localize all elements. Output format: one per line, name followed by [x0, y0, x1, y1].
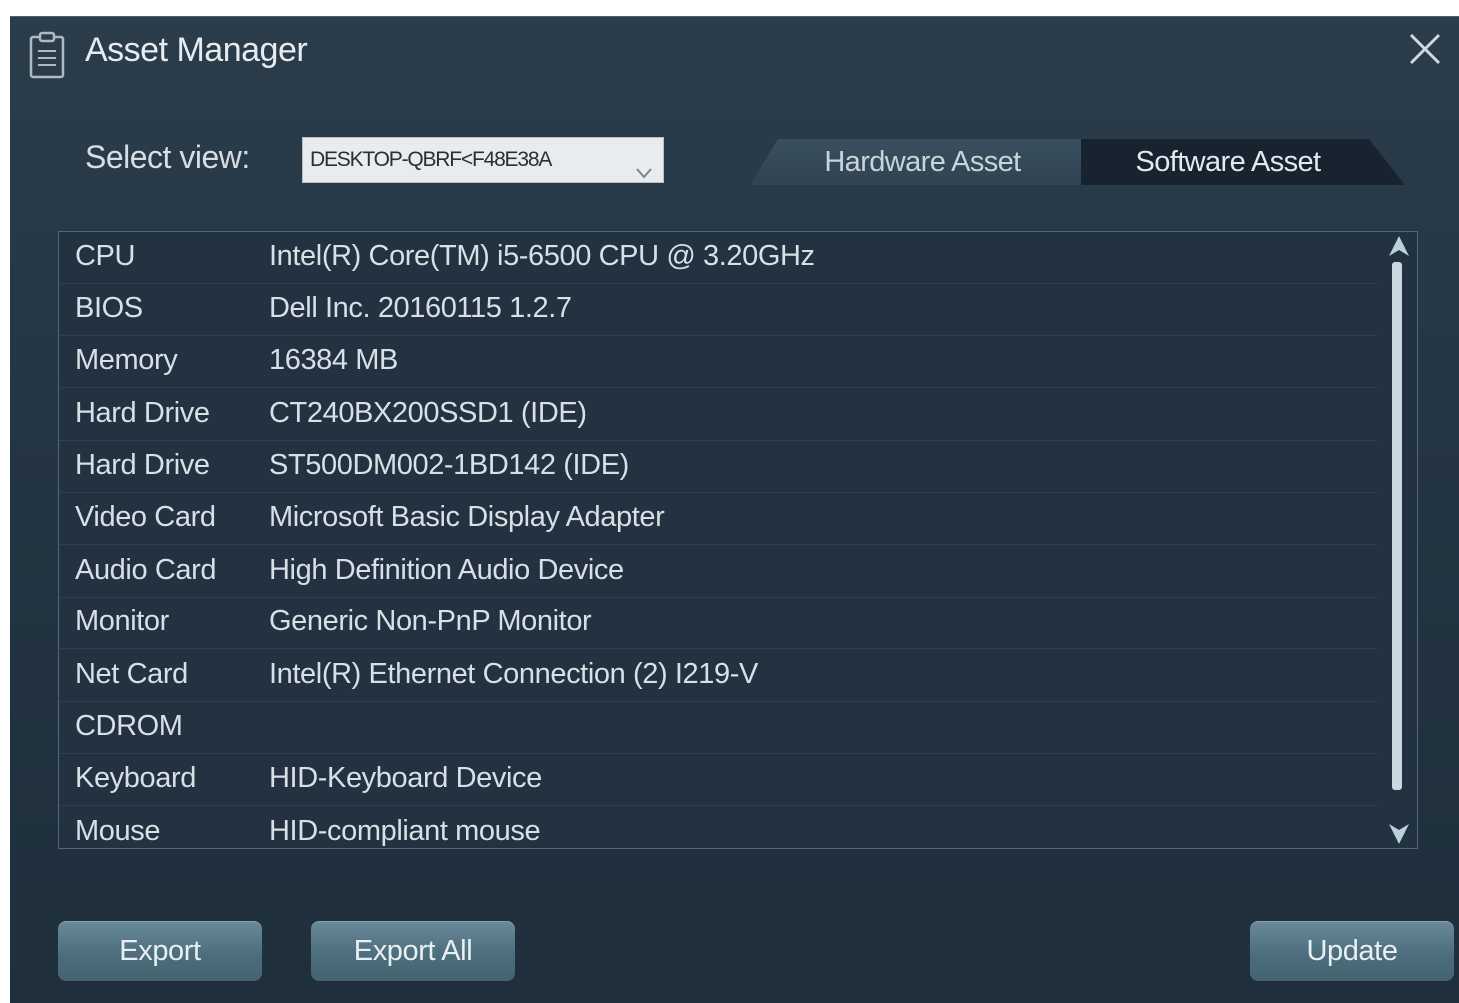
- list-item[interactable]: CPU Intel(R) Core(TM) i5-6500 CPU @ 3.20…: [59, 232, 1377, 284]
- list-item[interactable]: Hard Drive CT240BX200SSD1 (IDE): [59, 389, 1377, 441]
- asset-value: Dell Inc. 20160115 1.2.7: [269, 292, 572, 324]
- asset-key: Memory: [75, 344, 178, 376]
- asset-value: Intel(R) Ethernet Connection (2) I219-V: [269, 658, 758, 690]
- export-all-button[interactable]: Export All: [311, 921, 515, 981]
- asset-key: Video Card: [75, 501, 216, 533]
- scroll-down-arrow-icon[interactable]: [1387, 820, 1411, 846]
- asset-key: Audio Card: [75, 554, 217, 586]
- asset-value: Intel(R) Core(TM) i5-6500 CPU @ 3.20GHz: [269, 240, 815, 272]
- asset-key: Keyboard: [75, 762, 196, 794]
- asset-value: 16384 MB: [269, 344, 398, 376]
- list-item[interactable]: CDROM: [59, 702, 1377, 754]
- asset-value: CT240BX200SSD1 (IDE): [269, 397, 587, 429]
- clipboard-icon: [28, 31, 66, 79]
- select-view-label: Select view:: [85, 139, 250, 175]
- list-item[interactable]: Keyboard HID-Keyboard Device: [59, 754, 1377, 806]
- list-item[interactable]: Memory 16384 MB: [59, 336, 1377, 388]
- asset-key: Hard Drive: [75, 397, 210, 429]
- asset-key: CPU: [75, 240, 136, 272]
- asset-value: HID-compliant mouse: [269, 815, 541, 847]
- export-button[interactable]: Export: [58, 921, 262, 981]
- asset-key: BIOS: [75, 292, 143, 324]
- asset-value: Microsoft Basic Display Adapter: [269, 501, 665, 533]
- asset-value: High Definition Audio Device: [269, 554, 624, 586]
- asset-value: ST500DM002-1BD142 (IDE): [269, 449, 629, 481]
- select-view-value: DESKTOP-QBRF<F48E38A: [310, 148, 552, 171]
- scrollbar-thumb[interactable]: [1392, 262, 1402, 790]
- title-bar: Asset Manager: [10, 17, 1459, 87]
- list-item[interactable]: Mouse HID-compliant mouse: [59, 807, 1377, 848]
- window-title: Asset Manager: [85, 31, 308, 69]
- asset-key: Hard Drive: [75, 449, 210, 481]
- list-item[interactable]: Audio Card High Definition Audio Device: [59, 546, 1377, 598]
- update-button[interactable]: Update: [1250, 921, 1454, 981]
- tab-software-asset[interactable]: Software Asset: [1081, 139, 1405, 185]
- scroll-up-arrow-icon[interactable]: [1387, 234, 1411, 260]
- list-item[interactable]: BIOS Dell Inc. 20160115 1.2.7: [59, 284, 1377, 336]
- list-item[interactable]: Net Card Intel(R) Ethernet Connection (2…: [59, 650, 1377, 702]
- list-item[interactable]: Hard Drive ST500DM002-1BD142 (IDE): [59, 441, 1377, 493]
- list-item[interactable]: Monitor Generic Non-PnP Monitor: [59, 597, 1377, 649]
- asset-key: Net Card: [75, 658, 188, 690]
- asset-value: HID-Keyboard Device: [269, 762, 542, 794]
- close-icon[interactable]: [1405, 29, 1445, 69]
- select-view-dropdown[interactable]: DESKTOP-QBRF<F48E38A: [302, 137, 664, 183]
- asset-value: Generic Non-PnP Monitor: [269, 605, 592, 637]
- asset-key: Monitor: [75, 605, 169, 637]
- asset-key: Mouse: [75, 815, 161, 847]
- tab-hardware-asset[interactable]: Hardware Asset: [750, 139, 1085, 185]
- asset-manager-window: Asset Manager Select view: DESKTOP-QBRF<…: [10, 16, 1459, 1003]
- asset-list: CPU Intel(R) Core(TM) i5-6500 CPU @ 3.20…: [58, 231, 1418, 849]
- asset-key: CDROM: [75, 710, 183, 742]
- chevron-down-icon: [635, 152, 653, 179]
- list-item[interactable]: Video Card Microsoft Basic Display Adapt…: [59, 493, 1377, 545]
